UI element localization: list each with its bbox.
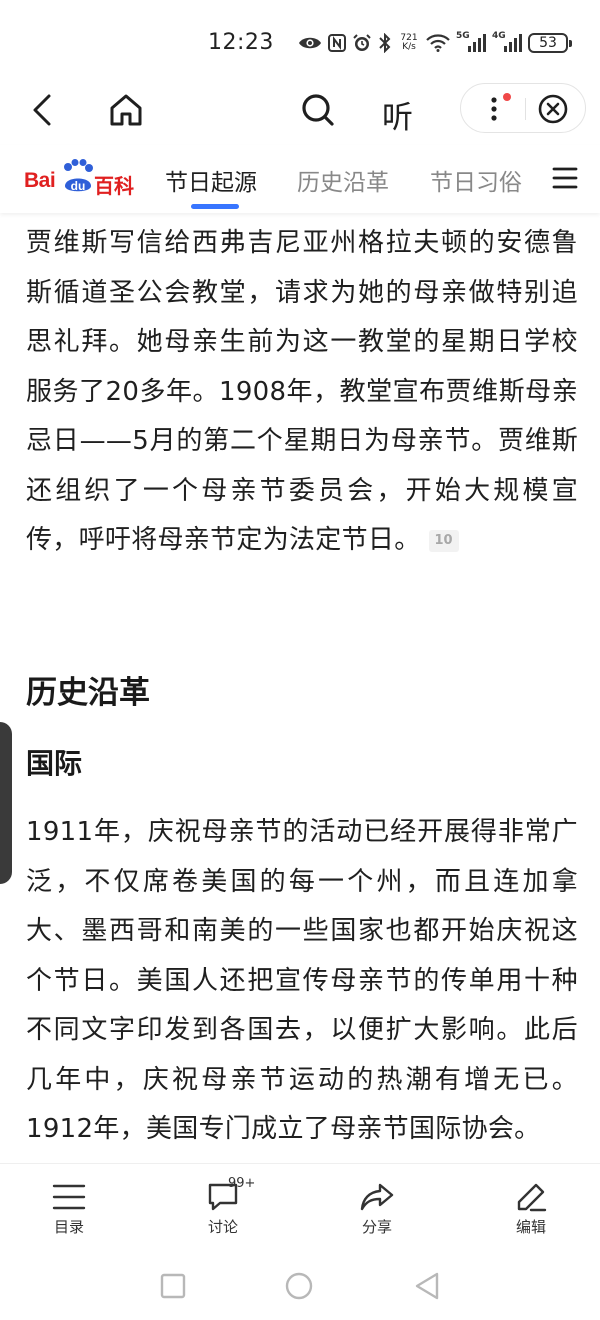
reference-marker[interactable]: 10: [428, 530, 459, 552]
share-button[interactable]: 分享: [332, 1182, 422, 1248]
logo-baike: 百科: [94, 174, 134, 198]
catalog-label: 目录: [53, 1218, 84, 1236]
status-icons: 721 K/s 5G 4G 53: [298, 28, 572, 58]
listen-button[interactable]: 听: [382, 92, 413, 137]
subsection-title: 国际: [26, 747, 83, 780]
mini-app-capsule: [460, 83, 586, 133]
signal-icon-2: 4G: [492, 31, 522, 53]
catalog-icon: [52, 1184, 86, 1210]
edit-icon: [517, 1183, 547, 1212]
wifi-icon: [426, 34, 450, 52]
home-icon[interactable]: [104, 88, 148, 132]
alarm-icon: [352, 33, 372, 53]
share-label: 分享: [361, 1218, 392, 1236]
edit-button[interactable]: 编辑: [486, 1182, 576, 1248]
search-icon[interactable]: [296, 88, 340, 132]
battery-icon: 53: [528, 33, 572, 53]
capsule-divider: [525, 98, 526, 120]
tab-history[interactable]: 历史沿革: [297, 163, 389, 197]
baidu-baike-logo[interactable]: Bai du 百科: [24, 159, 134, 199]
system-nav-bar: [0, 1253, 600, 1320]
nfc-icon: [328, 34, 346, 52]
section-title: 历史沿革: [26, 675, 150, 711]
recents-square-icon[interactable]: [158, 1271, 188, 1301]
paragraph-text: 贾维斯写信给西弗吉尼亚州格拉夫顿的安德鲁斯循道圣公会教堂，请求为她的母亲做特别追…: [26, 228, 578, 555]
comment-label: 讨论: [207, 1218, 238, 1236]
signal-icon: 5G: [456, 31, 486, 53]
bottom-toolbar: 目录 99+ 讨论 分享 编辑: [0, 1163, 600, 1253]
logo-du: du: [71, 179, 86, 193]
comment-count-badge: 99+: [228, 1176, 256, 1191]
active-tab-indicator: [191, 204, 239, 209]
share-icon: [360, 1183, 394, 1211]
bluetooth-icon: [378, 33, 392, 53]
article-paragraph-2: 1911年，庆祝母亲节的活动已经开展得非常广泛，不仅席卷美国的每一个州，而且连加…: [26, 817, 578, 1144]
comment-button[interactable]: 99+ 讨论: [178, 1176, 268, 1248]
tab-origin[interactable]: 节日起源: [165, 163, 257, 197]
back-arrow-icon[interactable]: [20, 88, 64, 132]
status-time: 12:23: [208, 30, 274, 55]
edit-label: 编辑: [515, 1218, 546, 1236]
top-nav: 听: [0, 80, 600, 140]
eye-icon: [298, 34, 322, 52]
close-circle-icon[interactable]: [537, 93, 569, 125]
tab-customs[interactable]: 节日习俗: [430, 163, 522, 197]
notification-dot: [503, 93, 511, 101]
section-tab-bar: Bai du 百科 节日起源 历史沿革 节日习俗: [0, 145, 600, 213]
hamburger-menu-icon[interactable]: [552, 165, 578, 191]
side-drawer-handle[interactable]: [0, 722, 12, 884]
paw-icon: du: [62, 159, 94, 199]
logo-bai: Bai: [24, 169, 56, 192]
catalog-button[interactable]: 目录: [24, 1182, 114, 1248]
article-paragraph: 贾维斯写信给西弗吉尼亚州格拉夫顿的安德鲁斯循道圣公会教堂，请求为她的母亲做特别追…: [26, 219, 578, 566]
status-bar: 12:23 721 K/s 5G 4G 53: [0, 0, 600, 80]
network-speed: 721 K/s: [400, 33, 418, 52]
home-circle-icon[interactable]: [284, 1271, 314, 1301]
back-triangle-icon[interactable]: [412, 1271, 442, 1301]
